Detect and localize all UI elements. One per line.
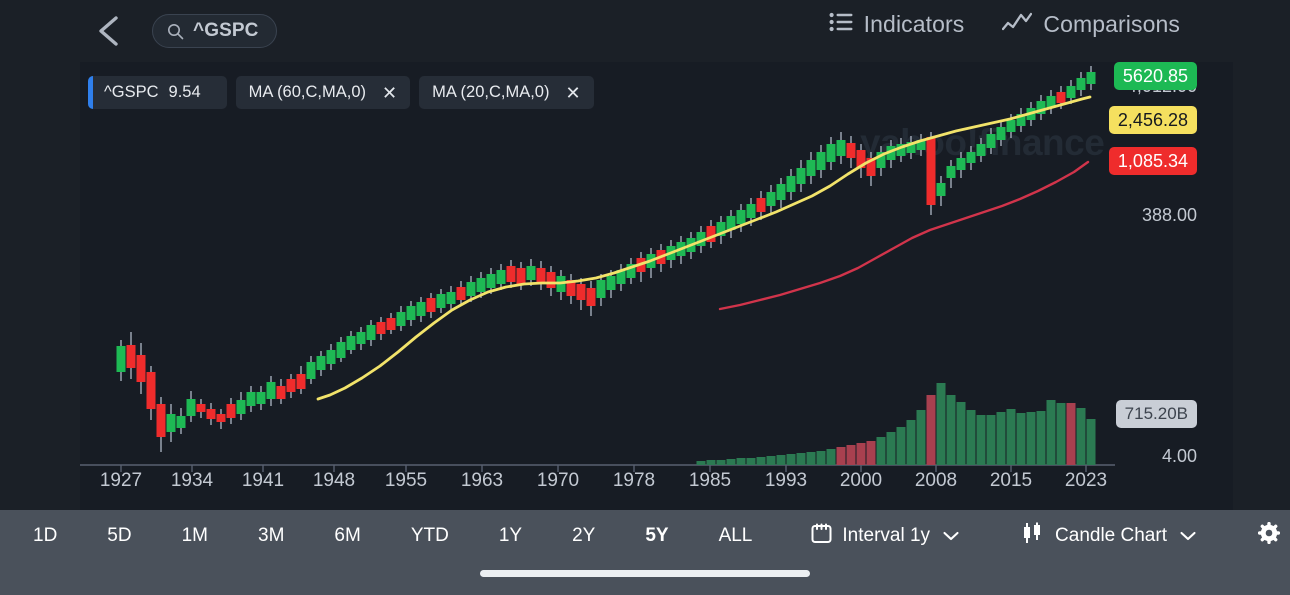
settings-button[interactable]: Settings (1236, 510, 1290, 562)
close-icon[interactable]: ✕ (565, 84, 580, 102)
legend-indicator-label: MA (20,C,MA,0) (432, 83, 550, 101)
gear-icon (1257, 521, 1281, 550)
chevron-down-icon (1180, 525, 1196, 547)
x-tick-label: 1927 (99, 470, 143, 491)
chevron-down-icon (943, 525, 959, 547)
range-all[interactable]: ALL (694, 510, 778, 562)
legend-indicator-ma60[interactable]: MA (60,C,MA,0) ✕ (235, 76, 411, 109)
close-icon[interactable]: ✕ (382, 84, 397, 102)
price-label: 715.20B (1115, 400, 1197, 428)
legend-accent-bar (88, 76, 93, 109)
search-input[interactable]: ^GSPC (152, 14, 278, 48)
price-label: 2,456.28 (1108, 106, 1197, 134)
range-1m[interactable]: 1M (157, 510, 233, 562)
range-1y[interactable]: 1Y (474, 510, 547, 562)
price-label: 1,085.34 (1108, 147, 1197, 175)
x-tick-label: 2023 (1064, 470, 1108, 491)
x-tick-label: 1985 (688, 470, 732, 491)
search-value: ^GSPC (193, 20, 259, 41)
list-icon (829, 11, 853, 38)
range-1d[interactable]: 1D (8, 510, 82, 562)
range-3m[interactable]: 3M (233, 510, 309, 562)
candlestick-plot (80, 66, 1115, 472)
x-tick-label: 1970 (536, 470, 580, 491)
bottom-toolbar: 1D 5D 1M 3M 6M YTD 1Y 2Y 5Y ALL Interval 1y (0, 510, 1290, 595)
legend-symbol-chip[interactable]: ^GSPC 9.54 (88, 76, 227, 109)
x-tick-label: 1993 (764, 470, 808, 491)
interval-button[interactable]: Interval 1y (789, 510, 981, 562)
x-tick-label: 1948 (312, 470, 356, 491)
indicators-button[interactable]: Indicators (829, 11, 965, 38)
indicators-label: Indicators (863, 11, 965, 37)
home-indicator (480, 570, 810, 577)
chart-screen: ^GSPC Indicators Comparisons yahoo!finan… (0, 0, 1290, 595)
x-tick-label: 1955 (384, 470, 428, 491)
back-button[interactable] (88, 10, 130, 52)
comparisons-label: Comparisons (1043, 11, 1180, 37)
range-6m[interactable]: 6M (309, 510, 385, 562)
chart-legend: ^GSPC 9.54 MA (60,C,MA,0) ✕ MA (20,C,MA,… (88, 76, 594, 109)
price-label: 5620.85 (1113, 62, 1197, 90)
x-tick-label: 2015 (989, 470, 1033, 491)
legend-symbol-value: 9.54 (168, 83, 201, 101)
range-5y[interactable]: 5Y (620, 510, 693, 562)
interval-label: Interval 1y (842, 525, 931, 546)
price-label: 4.00 (1161, 446, 1197, 466)
legend-symbol-name: ^GSPC (104, 83, 159, 101)
range-selector: 1D 5D 1M 3M 6M YTD 1Y 2Y 5Y ALL (8, 510, 777, 562)
chart-type-button[interactable]: Candle Chart (999, 510, 1218, 562)
chevron-left-icon (96, 14, 122, 48)
x-tick-label: 1963 (460, 470, 504, 491)
x-tick-label: 1941 (241, 470, 285, 491)
calendar-icon (811, 523, 832, 550)
legend-indicator-ma20[interactable]: MA (20,C,MA,0) ✕ (419, 76, 594, 109)
x-tick-label: 2008 (914, 470, 958, 491)
price-axis-rail (1233, 62, 1290, 510)
chart-type-label: Candle Chart (1055, 525, 1167, 546)
x-tick-label: 1978 (612, 470, 656, 491)
comparisons-button[interactable]: Comparisons (1002, 11, 1180, 38)
top-actions: Indicators Comparisons (829, 11, 1180, 38)
x-tick-label: 2000 (839, 470, 883, 491)
chart-plot-area[interactable]: yahoo!finance (0, 62, 1233, 510)
top-bar: ^GSPC Indicators Comparisons (0, 0, 1290, 62)
range-5d[interactable]: 5D (82, 510, 156, 562)
search-icon (167, 23, 184, 40)
x-tick-label: 1934 (170, 470, 214, 491)
range-ytd[interactable]: YTD (386, 510, 474, 562)
candle-icon (1021, 522, 1045, 550)
price-label: 388.00 (1141, 205, 1197, 225)
legend-indicator-label: MA (60,C,MA,0) (248, 83, 367, 101)
x-axis-labels: 1927 1934 1941 1948 1955 1963 1970 1978 1985 1993… (0, 470, 1290, 504)
range-2y[interactable]: 2Y (547, 510, 620, 562)
line-chart-icon (1002, 11, 1033, 38)
